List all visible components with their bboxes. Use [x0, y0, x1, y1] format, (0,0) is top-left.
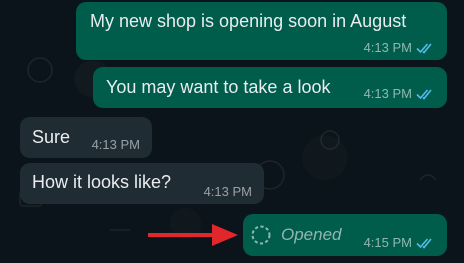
message-text: Sure [32, 127, 71, 147]
message-bubble-view-once[interactable]: Opened 4:15 PM [243, 214, 447, 256]
message-time: 4:13 PM [203, 184, 252, 199]
message-meta: 4:15 PM [364, 235, 435, 250]
double-check-icon [416, 88, 432, 100]
message-meta: 4:13 PM [204, 184, 252, 199]
message-time: 4:13 PM [91, 137, 140, 152]
red-arrow-icon [148, 224, 238, 246]
message-bubble-incoming[interactable]: Sure 4:13 PM [20, 117, 152, 158]
view-once-status-text: Opened [281, 225, 342, 244]
message-meta: 4:13 PM [364, 86, 435, 101]
message-time: 4:15 PM [363, 235, 412, 250]
double-check-icon [416, 42, 432, 54]
message-text: My new shop is opening soon in August [90, 11, 407, 31]
message-bubble-outgoing[interactable]: My new shop is opening soon in August 4:… [76, 2, 447, 60]
message-time: 4:13 PM [363, 40, 412, 55]
message-bubble-outgoing[interactable]: You may want to take a look 4:13 PM [93, 67, 447, 108]
message-bubble-incoming[interactable]: How it looks like? 4:13 PM [20, 163, 264, 204]
message-text: You may want to take a look [106, 77, 331, 97]
message-meta: 4:13 PM [92, 137, 140, 152]
message-time: 4:13 PM [363, 86, 412, 101]
message-meta: 4:13 PM [364, 40, 435, 55]
double-check-icon [416, 237, 432, 249]
message-text: How it looks like? [32, 172, 172, 192]
view-once-opened-icon [251, 225, 271, 245]
